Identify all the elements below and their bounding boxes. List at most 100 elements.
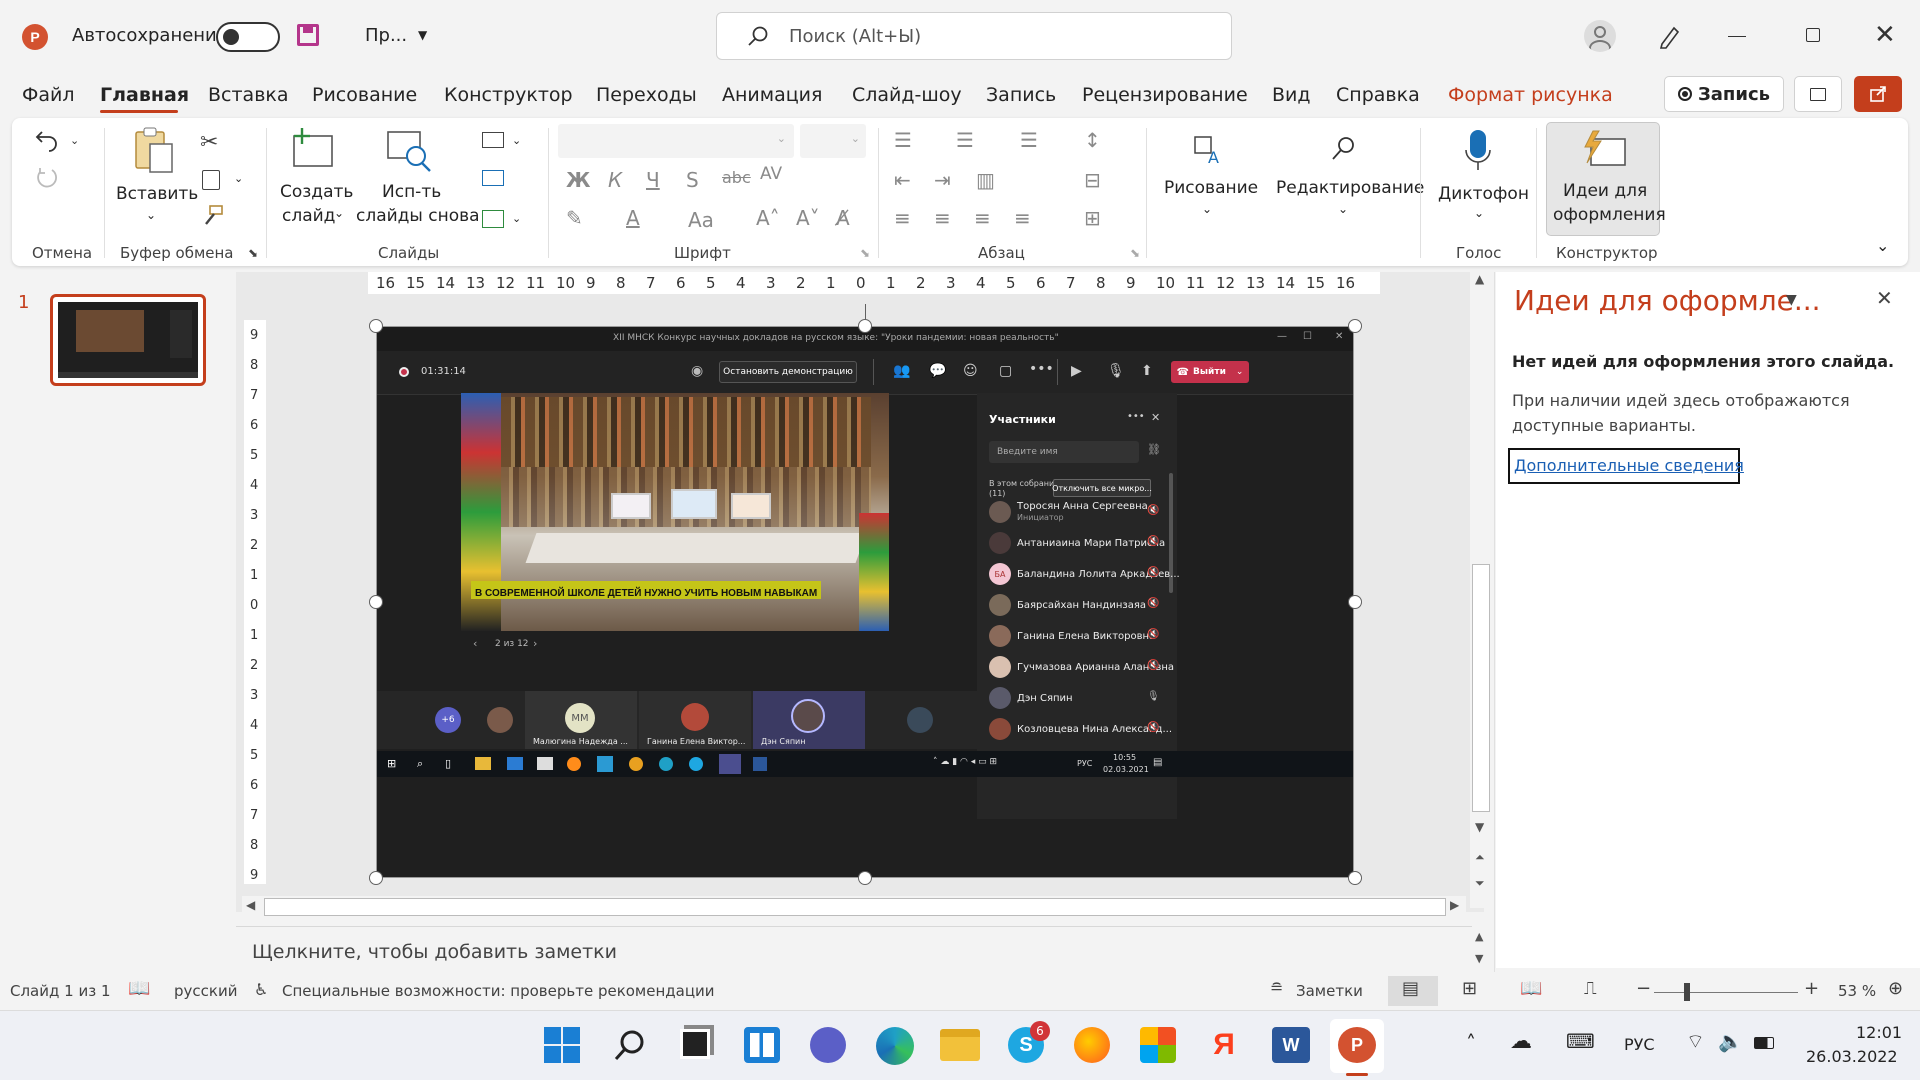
- scroll-thumb[interactable]: [1472, 564, 1490, 812]
- resize-handle[interactable]: [369, 319, 383, 333]
- increase-font-icon[interactable]: A˄: [756, 206, 780, 230]
- hscroll-thumb[interactable]: [264, 898, 1446, 916]
- powerpoint-taskbar-icon[interactable]: P: [1338, 1027, 1376, 1063]
- zoom-in-icon[interactable]: +: [1804, 978, 1819, 999]
- volume-icon[interactable]: 🔈: [1718, 1029, 1743, 1053]
- clipboard-launcher-icon[interactable]: ⬊: [248, 246, 258, 260]
- accessibility-status[interactable]: Специальные возможности: проверьте реком…: [282, 982, 715, 1000]
- notes-icon[interactable]: ≘: [1270, 978, 1283, 997]
- shadow-icon[interactable]: S: [686, 168, 699, 192]
- scroll-right-icon[interactable]: ▶: [1450, 898, 1459, 912]
- section-dropdown-icon[interactable]: ⌄: [512, 212, 521, 225]
- chat-app-icon[interactable]: [810, 1027, 846, 1063]
- font-size-field[interactable]: ⌄: [800, 124, 866, 158]
- task-view-icon[interactable]: [680, 1029, 710, 1059]
- italic-icon[interactable]: К: [608, 168, 622, 192]
- tab-view[interactable]: Вид: [1272, 84, 1311, 106]
- taskbar-search-icon[interactable]: [612, 1027, 648, 1063]
- more-info-link[interactable]: Дополнительные сведения: [1514, 456, 1744, 475]
- drawing-button[interactable]: A Рисование ⌄: [1156, 126, 1258, 226]
- paste-button[interactable]: Вставить ⌄: [112, 126, 198, 226]
- reuse-slides-button[interactable]: Исп-ть слайды снова: [356, 126, 480, 226]
- scroll-up-icon[interactable]: ▲: [1475, 272, 1484, 286]
- scroll-down-icon[interactable]: ▼: [1475, 820, 1484, 834]
- tab-record[interactable]: Запись: [986, 84, 1056, 106]
- close-pane-icon[interactable]: ✕: [1876, 286, 1893, 310]
- cut-icon[interactable]: ✂: [200, 130, 218, 155]
- taskbar-time[interactable]: 12:01: [1856, 1023, 1902, 1042]
- widgets-icon[interactable]: [744, 1027, 780, 1063]
- underline-icon[interactable]: Ч: [646, 168, 660, 192]
- notes-toggle[interactable]: Заметки: [1296, 982, 1363, 1000]
- layout-dropdown-icon[interactable]: ⌄: [512, 134, 521, 147]
- tab-draw[interactable]: Рисование: [312, 84, 417, 106]
- tab-home[interactable]: Главная: [100, 84, 189, 106]
- keyboard-icon[interactable]: ⌨: [1566, 1029, 1595, 1053]
- tab-picture-format[interactable]: Формат рисунка: [1448, 84, 1613, 106]
- notes-scroll-down-icon[interactable]: ▼: [1475, 952, 1483, 965]
- taskbar-language[interactable]: РУС: [1624, 1035, 1655, 1054]
- file-explorer-icon[interactable]: [940, 1029, 980, 1061]
- line-spacing-icon[interactable]: ☰: [1020, 128, 1038, 152]
- char-spacing-icon[interactable]: AV: [760, 164, 782, 184]
- align-right-icon[interactable]: ≡: [974, 206, 991, 230]
- tab-review[interactable]: Рецензирование: [1082, 84, 1248, 106]
- share-button[interactable]: [1854, 76, 1902, 112]
- edge-icon[interactable]: [876, 1027, 914, 1065]
- music-app-icon[interactable]: [1074, 1027, 1110, 1063]
- fit-slide-icon[interactable]: ⊕: [1888, 978, 1903, 999]
- bullets-icon[interactable]: ☰: [894, 128, 912, 152]
- align-text-icon[interactable]: ⊟: [1084, 168, 1101, 192]
- notes-scrollbar[interactable]: ▲ ▼: [1470, 928, 1492, 972]
- pane-options-icon[interactable]: ▼: [1786, 292, 1797, 308]
- scroll-left-icon[interactable]: ◀: [246, 898, 255, 912]
- next-slide-icon[interactable]: ⏷: [1475, 876, 1485, 891]
- numbering-icon[interactable]: ☰: [956, 128, 974, 152]
- zoom-level[interactable]: 53 %: [1838, 982, 1876, 1000]
- resize-handle[interactable]: [369, 595, 383, 609]
- undo-dropdown-icon[interactable]: ⌄: [70, 134, 79, 147]
- undo-icon[interactable]: [34, 128, 60, 152]
- autosave-toggle[interactable]: [216, 22, 280, 52]
- copy-dropdown-icon[interactable]: ⌄: [234, 172, 243, 185]
- language-status[interactable]: русский: [174, 982, 237, 1000]
- taskbar-date[interactable]: 26.03.2022: [1806, 1047, 1898, 1066]
- search-box[interactable]: Поиск (Alt+Ы): [716, 12, 1232, 60]
- decrease-font-icon[interactable]: A˅: [796, 206, 820, 230]
- resize-handle[interactable]: [858, 871, 872, 885]
- start-icon[interactable]: [544, 1027, 580, 1063]
- zoom-out-icon[interactable]: −: [1636, 978, 1651, 999]
- section-icon[interactable]: [482, 210, 504, 228]
- pen-icon[interactable]: [1656, 22, 1684, 50]
- collapse-ribbon-icon[interactable]: ⌄: [1876, 236, 1889, 255]
- editing-button[interactable]: Редактирование ⌄: [1270, 126, 1424, 226]
- redo-icon[interactable]: [34, 166, 60, 192]
- battery-icon[interactable]: [1754, 1037, 1774, 1049]
- tab-transitions[interactable]: Переходы: [596, 84, 697, 106]
- account-avatar[interactable]: [1584, 20, 1616, 52]
- wifi-icon[interactable]: ⌔: [1686, 1029, 1705, 1054]
- onedrive-icon[interactable]: ☁: [1510, 1029, 1532, 1054]
- spelling-icon[interactable]: 📖: [128, 978, 150, 999]
- resize-handle[interactable]: [858, 319, 872, 333]
- justify-icon[interactable]: ≡: [1014, 206, 1031, 230]
- restore-icon[interactable]: [1806, 28, 1820, 42]
- close-window-icon[interactable]: ✕: [1874, 20, 1896, 50]
- align-left-icon[interactable]: ≡: [894, 206, 911, 230]
- decrease-indent-icon[interactable]: ⇤: [894, 168, 911, 192]
- highlight-icon[interactable]: ✎: [566, 206, 583, 230]
- clear-format-icon[interactable]: A̸: [836, 206, 850, 230]
- new-slide-button[interactable]: Создать слайд ⌄: [274, 126, 354, 226]
- smartart-icon[interactable]: ⊞: [1084, 206, 1101, 230]
- reset-icon[interactable]: [482, 170, 504, 186]
- format-painter-icon[interactable]: [200, 204, 224, 228]
- font-color-icon[interactable]: A: [626, 206, 640, 230]
- tab-file[interactable]: Файл: [22, 84, 75, 106]
- dictate-button[interactable]: Диктофон ⌄: [1428, 126, 1529, 226]
- paragraph-launcher-icon[interactable]: ⬊: [1130, 246, 1140, 260]
- zoom-slider-thumb[interactable]: [1684, 983, 1690, 1001]
- bold-icon[interactable]: Ж: [566, 168, 590, 192]
- accessibility-icon[interactable]: ♿: [254, 980, 268, 999]
- tab-animations[interactable]: Анимация: [722, 84, 822, 106]
- tab-insert[interactable]: Вставка: [208, 84, 289, 106]
